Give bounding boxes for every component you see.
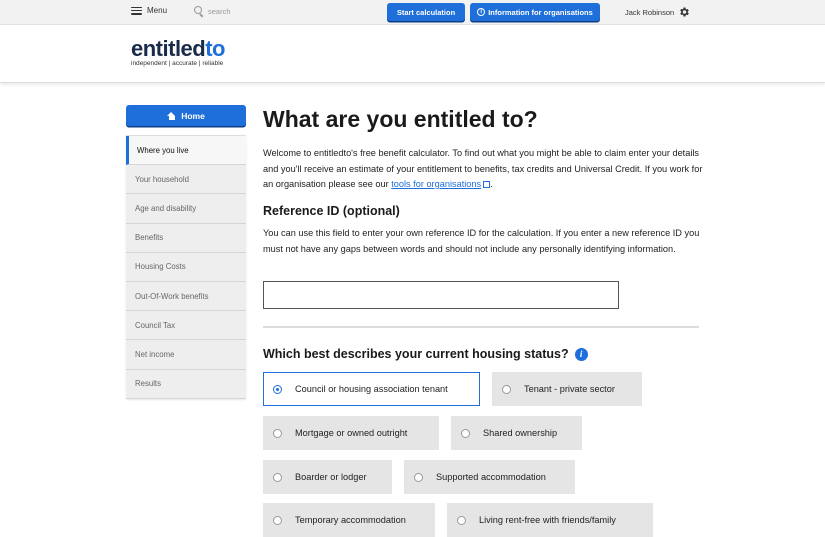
sidebar-item-council-tax[interactable]: Council Tax [126,311,246,341]
sidebar-item-where-you-live[interactable]: Where you live [126,136,246,166]
radio-button[interactable] [414,472,423,482]
housing-status-question: Which best describes your current housin… [263,347,569,361]
start-calculation-label: Start calculation [396,7,456,17]
radio-button[interactable] [273,384,282,394]
housing-option-mortgage[interactable]: Mortgage or owned outright [263,416,439,450]
search-box[interactable]: search [194,6,231,16]
site-header: entitledto independent | accurate | reli… [0,25,825,83]
gear-icon[interactable] [678,6,690,18]
external-link-icon [483,181,491,188]
radio-button[interactable] [457,515,466,525]
housing-status-heading-row: Which best describes your current housin… [263,345,588,363]
radio-button[interactable] [273,428,282,438]
housing-option-label: Supported accommodation [436,472,546,482]
housing-option-label: Tenant - private sector [524,384,615,394]
housing-option-label: Mortgage or owned outright [295,428,408,438]
search-icon [194,6,204,16]
housing-option-label: Boarder or lodger [295,472,367,482]
top-bar: Menu search Start calculation i Informat… [0,0,825,25]
page-title: What are you entitled to? [263,106,538,132]
sidebar-item-benefits[interactable]: Benefits [126,223,246,253]
tools-for-organisations-link[interactable]: tools for organisations [391,179,481,189]
housing-option-label: Living rent-free with friends/family [479,515,616,525]
sidebar-item-out-of-work-benefits[interactable]: Out-Of-Work benefits [126,281,246,312]
search-placeholder[interactable]: search [208,7,231,16]
main-content: What are you entitled to? Welcome to ent… [263,103,703,193]
reference-id-heading: Reference ID (optional) [263,204,400,218]
sidebar-item-age-and-disability[interactable]: Age and disability [126,194,246,224]
sidebar-nav: Where you live Your household Age and di… [126,135,246,399]
sidebar-item-your-household[interactable]: Your household [126,165,246,195]
radio-button[interactable] [502,384,511,394]
user-name[interactable]: Jack Robinson [625,8,674,17]
information-button-label: Information for organisations [488,7,593,17]
home-icon [167,111,176,120]
housing-option-boarder[interactable]: Boarder or lodger [263,460,392,494]
housing-option-shared-ownership[interactable]: Shared ownership [451,416,582,450]
logo-wordmark: entitledto [131,36,225,61]
housing-option-council-tenant[interactable]: Council or housing association tenant [263,372,480,406]
housing-option-label: Council or housing association tenant [295,384,448,394]
hamburger-icon [131,6,142,15]
housing-option-rent-free[interactable]: Living rent-free with friends/family [447,503,653,537]
menu-button[interactable]: Menu [131,6,167,15]
housing-option-label: Temporary accommodation [295,515,406,525]
reference-id-description: You can use this field to enter your own… [263,228,700,254]
radio-button[interactable] [461,428,470,438]
logo-tagline: independent | accurate | reliable [131,60,224,67]
start-calculation-button[interactable]: Start calculation [387,3,465,21]
housing-option-supported-accommodation[interactable]: Supported accommodation [404,460,575,494]
housing-option-label: Shared ownership [483,428,558,438]
housing-option-temporary-accommodation[interactable]: Temporary accommodation [263,503,435,537]
radio-button[interactable] [273,515,282,525]
sidebar-item-housing-costs[interactable]: Housing Costs [126,252,246,282]
housing-option-private-tenant[interactable]: Tenant - private sector [492,372,642,406]
intro-paragraph: Welcome to entitledto's free benefit cal… [263,148,703,189]
home-label: Home [181,110,205,121]
reference-id-input[interactable] [263,281,619,309]
entitledto-logo[interactable]: entitledto independent | accurate | reli… [131,36,225,68]
info-icon: i [477,8,486,16]
section-divider [263,326,699,328]
radio-button[interactable] [273,472,282,482]
sidebar-item-net-income[interactable]: Net income [126,340,246,370]
info-help-icon[interactable]: i [574,347,588,361]
sidebar-item-results[interactable]: Results [126,369,246,399]
information-for-organisations-button[interactable]: i Information for organisations [470,3,600,21]
menu-label: Menu [147,6,168,15]
home-button[interactable]: Home [126,105,246,126]
